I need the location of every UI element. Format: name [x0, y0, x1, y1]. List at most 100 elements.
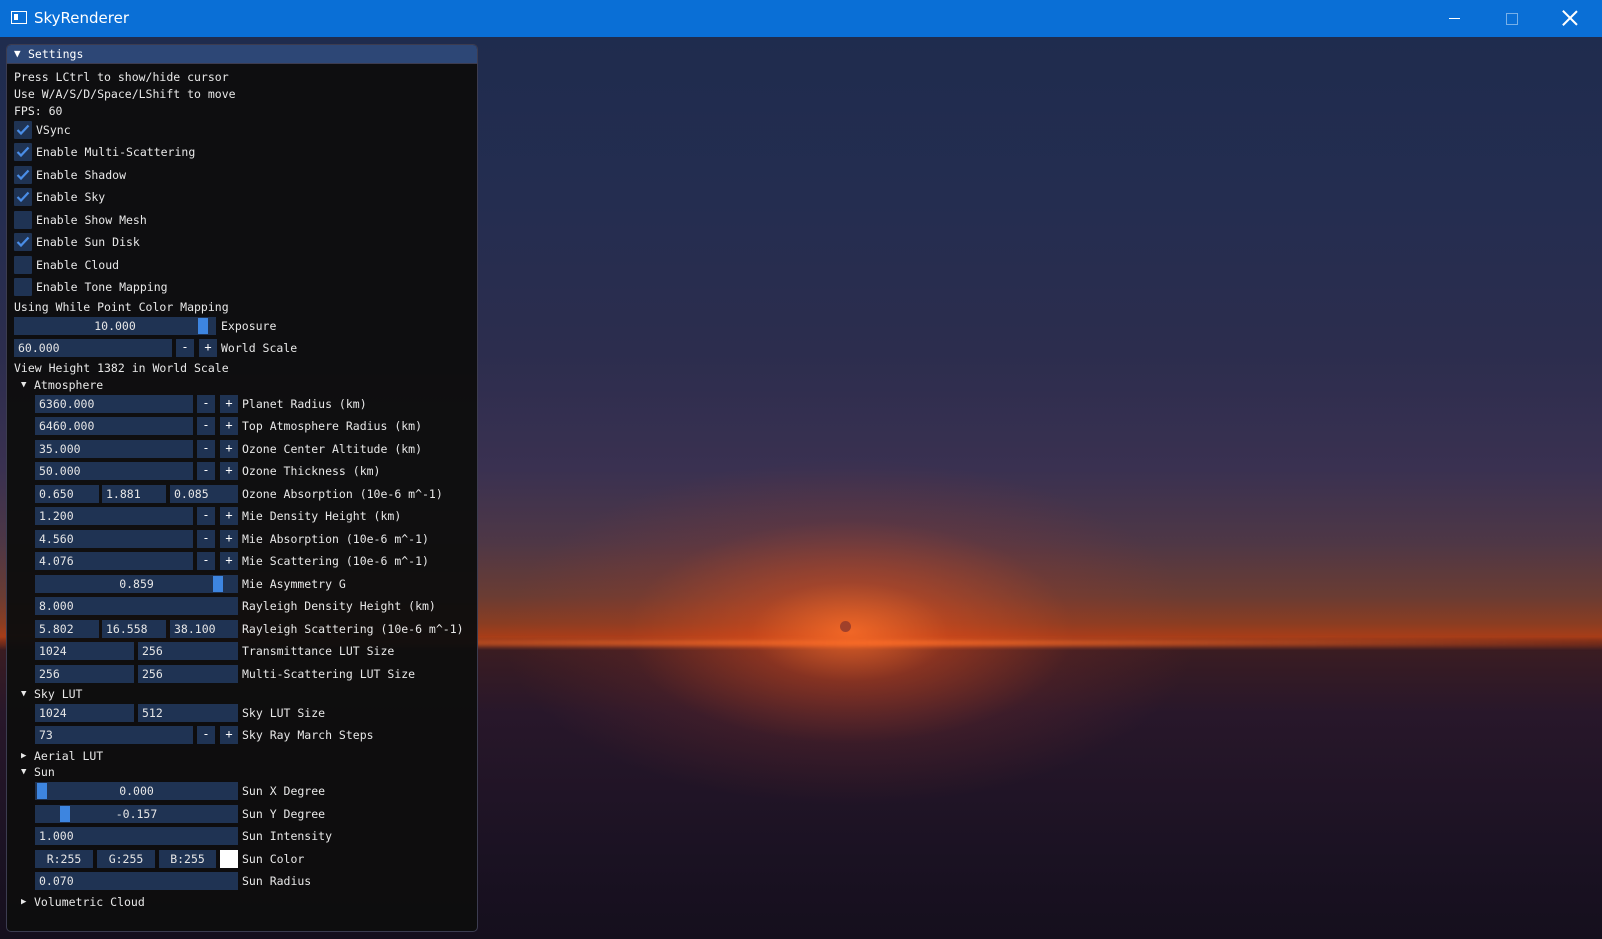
- sun-color-g-input[interactable]: G:255: [97, 850, 155, 868]
- aerial-lut-expand-icon[interactable]: ▶: [21, 749, 26, 763]
- transmittance-lut-label: Transmittance LUT Size: [242, 644, 395, 658]
- ozone-center-decrement-button[interactable]: -: [197, 440, 215, 458]
- sun-color-swatch[interactable]: [220, 850, 238, 868]
- mie-scattering-increment-button[interactable]: +: [220, 552, 238, 570]
- title-bar[interactable]: SkyRenderer: [0, 0, 1602, 37]
- mie-density-decrement-button[interactable]: -: [197, 507, 215, 525]
- mie-absorption-increment-button[interactable]: +: [220, 530, 238, 548]
- checkbox-enable-shadow[interactable]: [14, 166, 32, 184]
- checkbox-label-enable-show-mesh: Enable Show Mesh: [36, 213, 147, 227]
- rayleigh-scattering-z-input[interactable]: 38.100: [170, 620, 238, 638]
- sky-ray-march-increment-button[interactable]: +: [220, 726, 238, 744]
- maximize-icon: [1506, 13, 1518, 25]
- checkbox-enable-tone-mapping[interactable]: [14, 278, 32, 296]
- sky-ray-march-steps-label: Sky Ray March Steps: [242, 728, 374, 742]
- mie-asymmetry-slider-grab[interactable]: [212, 576, 223, 592]
- sun-expand-icon[interactable]: ▼: [21, 765, 26, 779]
- ozone-center-input[interactable]: 35.000: [35, 440, 193, 458]
- ozone-thickness-decrement-button[interactable]: -: [197, 462, 215, 480]
- exposure-label: Exposure: [221, 319, 277, 333]
- ozone-center-increment-button[interactable]: +: [220, 440, 238, 458]
- sun-y-degree-slider[interactable]: -0.157: [35, 805, 238, 823]
- checkmark-icon: [16, 146, 30, 158]
- sun-header[interactable]: Sun: [34, 765, 55, 779]
- maximize-button[interactable]: [1483, 0, 1541, 37]
- sky-lut-expand-icon[interactable]: ▼: [21, 687, 26, 701]
- multi-scattering-lut-width-input[interactable]: 256: [35, 665, 134, 683]
- ozone-absorption-y-input[interactable]: 1.881: [102, 485, 166, 503]
- checkbox-enable-cloud[interactable]: [14, 256, 32, 274]
- color-mapping-text: Using While Point Color Mapping: [14, 300, 229, 314]
- sun-x-degree-value: 0.000: [119, 784, 154, 798]
- sky-lut-width-input[interactable]: 1024: [35, 704, 134, 722]
- sky-ray-march-steps-input[interactable]: 73: [35, 726, 193, 744]
- planet-radius-increment-button[interactable]: +: [220, 395, 238, 413]
- exposure-value: 10.000: [94, 319, 136, 333]
- info-text-cursor: Press LCtrl to show/hide cursor: [14, 70, 229, 84]
- world-scale-label: World Scale: [221, 341, 298, 355]
- sun-radius-input[interactable]: 0.070: [35, 872, 238, 890]
- mie-scattering-decrement-button[interactable]: -: [197, 552, 215, 570]
- mie-absorption-input[interactable]: 4.560: [35, 530, 193, 548]
- checkbox-enable-sun-disk[interactable]: [14, 233, 32, 251]
- checkbox-label-enable-cloud: Enable Cloud: [36, 258, 120, 272]
- atmosphere-expand-icon[interactable]: ▼: [21, 378, 26, 392]
- sky-ray-march-decrement-button[interactable]: -: [197, 726, 215, 744]
- planet-radius-decrement-button[interactable]: -: [197, 395, 215, 413]
- world-scale-decrement-button[interactable]: -: [176, 339, 194, 357]
- checkmark-icon: [16, 236, 30, 248]
- settings-header[interactable]: ▼ Settings: [7, 45, 477, 64]
- sun-glow: [500, 457, 1200, 807]
- mie-absorption-decrement-button[interactable]: -: [197, 530, 215, 548]
- sun-x-degree-slider-grab[interactable]: [37, 783, 47, 799]
- sun-x-degree-slider[interactable]: 0.000: [35, 782, 238, 800]
- world-scale-increment-button[interactable]: +: [199, 339, 217, 357]
- checkmark-icon: [16, 169, 30, 181]
- sun-y-degree-slider-grab[interactable]: [59, 806, 70, 822]
- volumetric-cloud-header[interactable]: Volumetric Cloud: [34, 895, 145, 909]
- checkbox-label-enable-tone-mapping: Enable Tone Mapping: [36, 280, 168, 294]
- world-scale-input[interactable]: 60.000: [14, 339, 172, 357]
- sky-lut-header[interactable]: Sky LUT: [34, 687, 82, 701]
- ozone-absorption-z-input[interactable]: 0.085: [170, 485, 238, 503]
- ozone-absorption-x-input[interactable]: 0.650: [35, 485, 99, 503]
- ozone-thickness-input[interactable]: 50.000: [35, 462, 193, 480]
- multi-scattering-lut-height-input[interactable]: 256: [138, 665, 238, 683]
- collapse-arrow-icon[interactable]: ▼: [14, 47, 21, 60]
- transmittance-lut-height-input[interactable]: 256: [138, 642, 238, 660]
- aerial-lut-header[interactable]: Aerial LUT: [34, 749, 103, 763]
- mie-scattering-label: Mie Scattering (10e-6 m^-1): [242, 554, 429, 568]
- sun-intensity-input[interactable]: 1.000: [35, 827, 238, 845]
- top-radius-label: Top Atmosphere Radius (km): [242, 419, 423, 433]
- planet-radius-input[interactable]: 6360.000: [35, 395, 193, 413]
- mie-density-input[interactable]: 1.200: [35, 507, 193, 525]
- sky-lut-height-input[interactable]: 512: [138, 704, 238, 722]
- sun-y-degree-value: -0.157: [115, 807, 158, 821]
- top-radius-input[interactable]: 6460.000: [35, 417, 193, 435]
- top-radius-decrement-button[interactable]: -: [197, 417, 215, 435]
- exposure-slider-grab[interactable]: [198, 318, 209, 334]
- volumetric-cloud-expand-icon[interactable]: ▶: [21, 895, 26, 909]
- mie-density-increment-button[interactable]: +: [220, 507, 238, 525]
- checkbox-label-vsync: VSync: [36, 123, 71, 137]
- sun-color-r-input[interactable]: R:255: [35, 850, 93, 868]
- checkbox-enable-multi-scattering[interactable]: [14, 143, 32, 161]
- close-button[interactable]: [1541, 0, 1599, 37]
- atmosphere-header[interactable]: Atmosphere: [34, 378, 103, 392]
- checkbox-enable-sky[interactable]: [14, 188, 32, 206]
- minimize-button[interactable]: [1425, 0, 1483, 37]
- checkbox-enable-show-mesh[interactable]: [14, 211, 32, 229]
- checkbox-vsync[interactable]: [14, 121, 32, 139]
- sun-color-b-input[interactable]: B:255: [159, 850, 216, 868]
- transmittance-lut-width-input[interactable]: 1024: [35, 642, 134, 660]
- mie-asymmetry-slider[interactable]: 0.859: [35, 575, 238, 593]
- rayleigh-density-input[interactable]: 8.000: [35, 597, 238, 615]
- rayleigh-scattering-x-input[interactable]: 5.802: [35, 620, 99, 638]
- checkbox-label-enable-sun-disk: Enable Sun Disk: [36, 235, 140, 249]
- mie-scattering-input[interactable]: 4.076: [35, 552, 193, 570]
- rayleigh-scattering-y-input[interactable]: 16.558: [102, 620, 166, 638]
- ozone-thickness-increment-button[interactable]: +: [220, 462, 238, 480]
- exposure-slider[interactable]: 10.000: [14, 317, 216, 335]
- rayleigh-density-label: Rayleigh Density Height (km): [242, 599, 436, 613]
- top-radius-increment-button[interactable]: +: [220, 417, 238, 435]
